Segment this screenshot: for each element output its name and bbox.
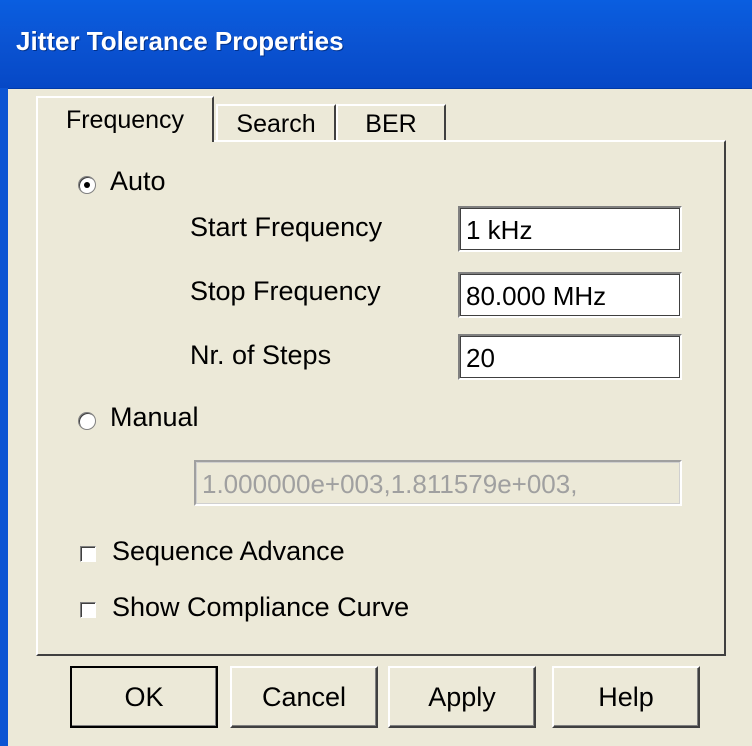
cancel-button[interactable]: Cancel (230, 666, 378, 728)
help-button[interactable]: Help (552, 666, 700, 728)
apply-button[interactable]: Apply (388, 666, 536, 728)
sequence-advance-checkbox[interactable] (80, 546, 96, 562)
compliance-curve-checkbox[interactable] (80, 602, 96, 618)
tab-search[interactable]: Search (216, 104, 336, 142)
tab-ber[interactable]: BER (336, 104, 446, 142)
tab-frequency[interactable]: Frequency (36, 96, 214, 142)
ok-button[interactable]: OK (70, 666, 218, 728)
start-frequency-input[interactable]: 1 kHz (458, 206, 682, 252)
start-frequency-label: Start Frequency (190, 212, 383, 242)
manual-frequency-list-input: 1.000000e+003,1.811579e+003, (194, 460, 682, 506)
auto-radio[interactable] (78, 176, 96, 194)
manual-label[interactable]: Manual (110, 402, 199, 433)
auto-radio-dot (84, 182, 90, 188)
compliance-curve-label[interactable]: Show Compliance Curve (112, 592, 409, 623)
stop-frequency-label: Stop Frequency (190, 276, 381, 306)
window-title: Jitter Tolerance Properties (16, 26, 344, 56)
sequence-advance-label[interactable]: Sequence Advance (112, 536, 345, 567)
manual-radio[interactable] (78, 412, 96, 430)
frequency-tab-panel: Auto Start Frequency 1 kHz Stop Frequenc… (36, 140, 726, 656)
stop-frequency-input[interactable]: 80.000 MHz (458, 272, 682, 318)
steps-label: Nr. of Steps (190, 340, 332, 370)
title-bar[interactable]: Jitter Tolerance Properties (0, 0, 752, 89)
window-frame-left (0, 88, 8, 746)
steps-input[interactable]: 20 (458, 334, 682, 380)
auto-label[interactable]: Auto (110, 166, 166, 197)
